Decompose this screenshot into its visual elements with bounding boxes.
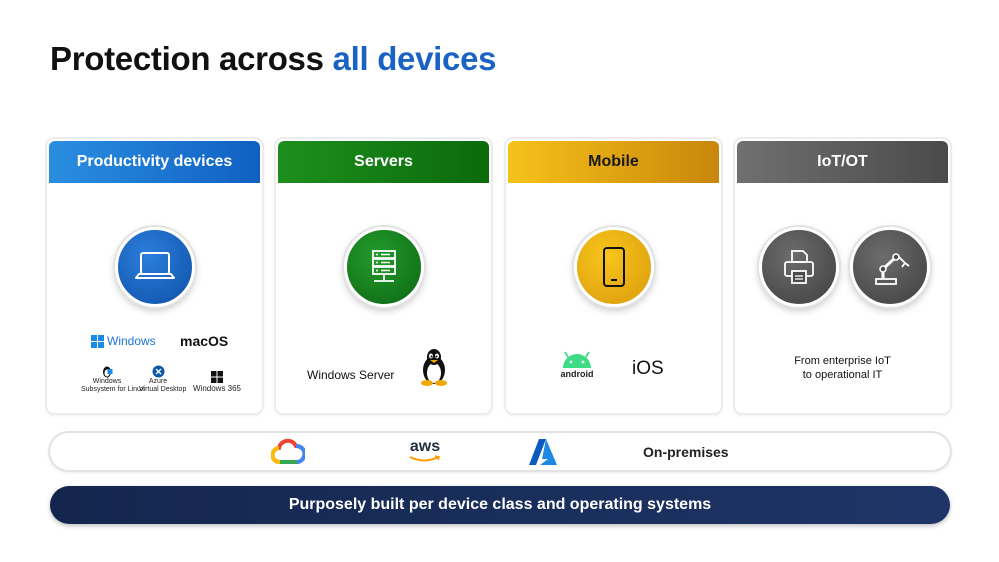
card-iot-ot: IoT/OT From enterprise IoT to operationa… xyxy=(735,139,950,413)
windows-logo: Windows xyxy=(91,334,156,348)
google-cloud-icon xyxy=(270,438,307,471)
android-label: android xyxy=(560,369,594,379)
iot-caption: From enterprise IoT to operational IT xyxy=(794,355,891,381)
laptop-icon xyxy=(115,227,195,307)
windows-icon xyxy=(91,334,104,348)
card-header-productivity: Productivity devices xyxy=(49,141,260,183)
aws-icon: aws xyxy=(408,439,442,463)
wsl-label: Windows Subsystem for Linux xyxy=(81,378,145,393)
avd-label: Azure Virtual Desktop xyxy=(139,378,187,393)
aws-smile-icon xyxy=(409,455,441,462)
tagline-bar: Purposely built per device class and ope… xyxy=(50,486,950,524)
android-logo: android xyxy=(556,351,598,379)
environments-bar: aws On-premises xyxy=(50,433,950,470)
macos-label: macOS xyxy=(180,333,229,349)
azure-icon xyxy=(528,438,558,471)
card-header-mobile: Mobile xyxy=(508,141,719,183)
windows-365-icon xyxy=(211,371,223,383)
card-header-iot: IoT/OT xyxy=(737,141,948,183)
on-premises-label: On-premises xyxy=(643,444,729,460)
card-mobile: Mobile android iOS xyxy=(506,139,721,413)
robotic-arm-icon xyxy=(850,227,930,307)
title-prefix: Protection across xyxy=(50,40,333,77)
card-header-servers: Servers xyxy=(278,141,489,183)
linux-tux-icon xyxy=(418,348,450,391)
tux-small-icon xyxy=(103,366,113,378)
w365-label: Windows 365 xyxy=(192,384,242,393)
wsl-logo: Windows Subsystem for Linux xyxy=(81,364,145,394)
printer-icon xyxy=(759,227,839,307)
avd-logo: Azure Virtual Desktop xyxy=(139,365,187,394)
slide-title: Protection across all devices xyxy=(50,40,496,78)
card-productivity-devices: Productivity devices Windows macOS Windo… xyxy=(47,139,262,413)
smartphone-icon xyxy=(574,227,654,307)
windows-server-label: Windows Server xyxy=(307,368,395,382)
android-icon xyxy=(563,351,591,368)
windows-label: Windows xyxy=(107,334,156,348)
server-icon xyxy=(344,227,424,307)
title-accent: all devices xyxy=(332,40,497,77)
w365-logo: Windows 365 xyxy=(191,371,243,393)
aws-label: aws xyxy=(409,438,441,455)
ios-label: iOS xyxy=(632,358,664,379)
card-servers: Servers Windows Server xyxy=(276,139,491,413)
azure-virtual-desktop-icon xyxy=(152,365,164,378)
